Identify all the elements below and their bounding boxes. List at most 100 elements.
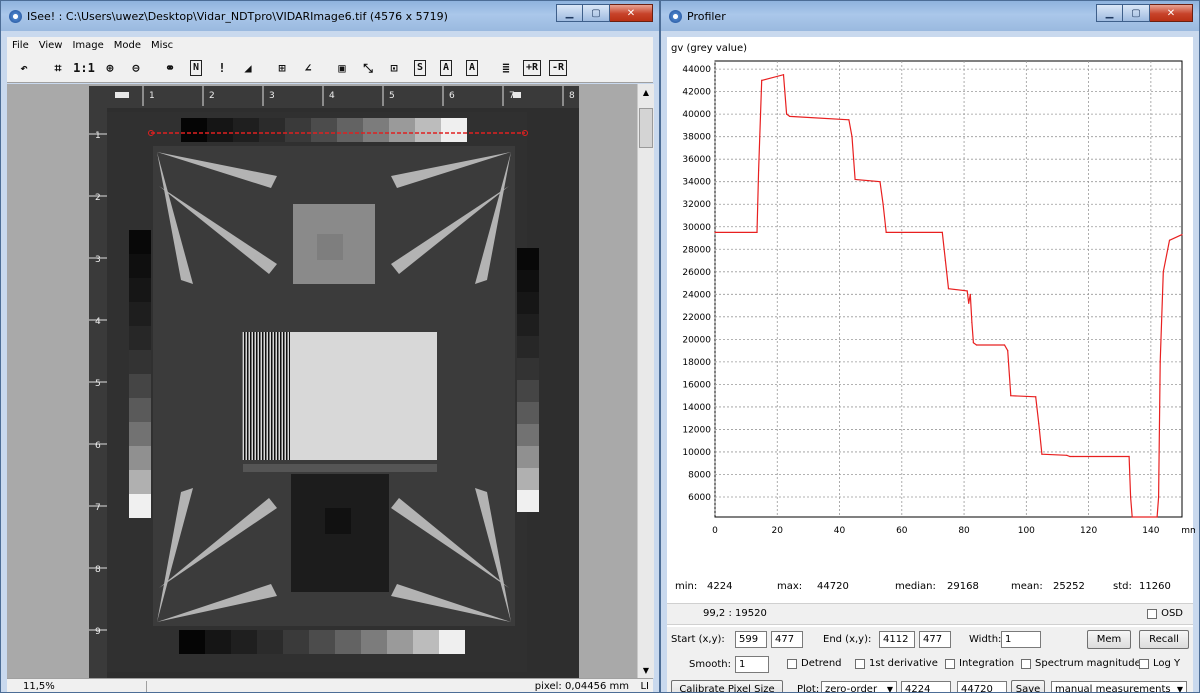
close-button[interactable]: ✕ xyxy=(610,4,653,22)
spectrum-checkbox[interactable]: Spectrum magnitude xyxy=(1021,658,1141,669)
remove-r-button[interactable]: -R xyxy=(547,57,569,79)
annotation-a2-icon: A xyxy=(465,60,479,76)
chevron-down-icon[interactable]: ▼ xyxy=(1177,685,1183,692)
image-button[interactable]: ▣ xyxy=(331,57,353,79)
angle-button[interactable]: ∠ xyxy=(297,57,319,79)
menu-image[interactable]: Image xyxy=(67,40,108,51)
wedge-step xyxy=(129,398,151,422)
histogram-button[interactable]: ◢ xyxy=(237,57,259,79)
link-button[interactable]: ⚭ xyxy=(159,57,181,79)
x-tick-label: 60 xyxy=(896,526,908,536)
scroll-down-icon[interactable]: ▼ xyxy=(638,662,654,678)
profile-point xyxy=(757,169,760,172)
menu-misc[interactable]: Misc xyxy=(146,40,178,51)
zoom-in-button[interactable]: ⊕ xyxy=(99,57,121,79)
grid-button[interactable]: ⊞ xyxy=(271,57,293,79)
profiler-close-button[interactable]: ✕ xyxy=(1150,4,1193,22)
ruler-left-label: 2 xyxy=(95,193,101,203)
profile-point xyxy=(971,321,973,324)
zoom-in-icon: ⊕ xyxy=(106,61,114,75)
smooth-input[interactable] xyxy=(735,656,769,673)
end-x-input[interactable] xyxy=(879,631,915,648)
osd-checkbox[interactable]: OSD xyxy=(1147,608,1183,619)
normalize-button[interactable]: N xyxy=(185,57,207,79)
link-icon: ⚭ xyxy=(164,61,176,75)
minimize-button[interactable]: ▁ xyxy=(556,4,583,22)
spectrum-check-icon[interactable] xyxy=(1021,658,1031,669)
profile-chart[interactable]: 6000 8000 10000 12000 14000 16000 18000 20000 22… xyxy=(667,37,1195,557)
start-x-input[interactable] xyxy=(735,631,767,648)
cursor-readout: 99,2 : 19520 xyxy=(703,608,767,619)
maximize-button[interactable]: ▢ xyxy=(583,4,610,22)
annotation-a-button[interactable]: A xyxy=(435,57,457,79)
derivative-check-icon[interactable] xyxy=(855,658,865,669)
profile-point xyxy=(789,115,791,118)
profiler-minimize-button[interactable]: ▁ xyxy=(1096,4,1123,22)
detrend-checkbox[interactable]: Detrend xyxy=(787,658,842,669)
save-button[interactable]: Save xyxy=(1011,680,1045,692)
logy-label: Log Y xyxy=(1153,658,1181,669)
derivative-checkbox[interactable]: 1st derivative xyxy=(855,658,938,669)
wedge-step xyxy=(129,446,151,470)
wedge-step xyxy=(387,630,413,654)
profile-point xyxy=(1038,423,1040,425)
fit-window-button[interactable]: ⌗ xyxy=(47,57,69,79)
test-chart-image: 12345678 123456789 xyxy=(89,86,579,678)
image-scrollbar[interactable]: ▲ ▼ xyxy=(637,84,654,678)
isee-window: ISee! : C:\Users\uwez\Desktop\Vidar_NDTp… xyxy=(0,0,660,693)
x-tick-label: 80 xyxy=(958,526,970,536)
ruler-top-label: 5 xyxy=(389,91,395,101)
profile-point xyxy=(848,119,850,121)
chevron-down-icon[interactable]: ▼ xyxy=(887,685,893,692)
plot-max-input[interactable] xyxy=(957,681,1007,692)
menu-mode[interactable]: Mode xyxy=(109,40,146,51)
wedge-step xyxy=(181,118,207,142)
remove-r-icon: -R xyxy=(548,60,568,76)
y-tick-label: 16000 xyxy=(682,380,711,390)
recall-button[interactable]: Recall xyxy=(1139,630,1189,649)
profiler-maximize-button[interactable]: ▢ xyxy=(1123,4,1150,22)
integration-checkbox[interactable]: Integration xyxy=(945,658,1014,669)
zoom-out-button[interactable]: ⊖ xyxy=(125,57,147,79)
wedge-step xyxy=(311,118,337,142)
one-to-one-button[interactable]: 1:1 xyxy=(73,57,95,79)
start-y-input[interactable] xyxy=(771,631,803,648)
osd-check-icon[interactable] xyxy=(1147,608,1158,619)
image-view[interactable]: 12345678 123456789 xyxy=(7,84,637,678)
logy-checkbox[interactable]: Log Y xyxy=(1139,658,1180,669)
menu-view[interactable]: View xyxy=(34,40,68,51)
detrend-check-icon[interactable] xyxy=(787,658,797,669)
snr-button[interactable]: S xyxy=(409,57,431,79)
profile-button[interactable]: ⤡ xyxy=(357,57,379,79)
profile-point xyxy=(714,231,716,233)
width-input[interactable] xyxy=(1001,631,1041,648)
measure-mode-select[interactable]: manual measurements ▼ xyxy=(1051,681,1187,692)
scroll-thumb[interactable] xyxy=(639,108,653,148)
add-r-button[interactable]: +R xyxy=(521,57,543,79)
profiler-app-icon xyxy=(669,9,682,23)
menu-file[interactable]: File xyxy=(7,40,34,51)
alert-button[interactable]: ! xyxy=(211,57,233,79)
logy-check-icon[interactable] xyxy=(1139,658,1149,669)
ruler-left-label: 3 xyxy=(95,255,101,265)
profile-point xyxy=(1035,396,1037,398)
roi-button[interactable]: ⊡ xyxy=(383,57,405,79)
stat-median-label: median: xyxy=(895,581,936,592)
calibrate-pixel-button[interactable]: Calibrate Pixel Size xyxy=(671,680,783,692)
profile-point xyxy=(966,290,968,292)
mem-button[interactable]: Mem xyxy=(1087,630,1131,649)
profile-point xyxy=(882,203,884,205)
scroll-up-icon[interactable]: ▲ xyxy=(638,84,654,100)
wedge-step xyxy=(129,422,151,446)
plot-min-input[interactable] xyxy=(901,681,951,692)
x-axis-label: mm xyxy=(1181,526,1195,536)
profiler-titlebar[interactable]: Profiler ▁ ▢ ✕ xyxy=(661,1,1199,31)
end-y-input[interactable] xyxy=(919,631,951,648)
integration-check-icon[interactable] xyxy=(945,658,955,669)
list-button[interactable]: ≣ xyxy=(495,57,517,79)
plot-mode-select[interactable]: zero-order ▼ xyxy=(821,681,897,692)
undo-button[interactable]: ↶ xyxy=(13,57,35,79)
isee-titlebar[interactable]: ISee! : C:\Users\uwez\Desktop\Vidar_NDTp… xyxy=(1,1,659,31)
close-icon: ✕ xyxy=(626,7,636,19)
annotation-a2-button[interactable]: A xyxy=(461,57,483,79)
